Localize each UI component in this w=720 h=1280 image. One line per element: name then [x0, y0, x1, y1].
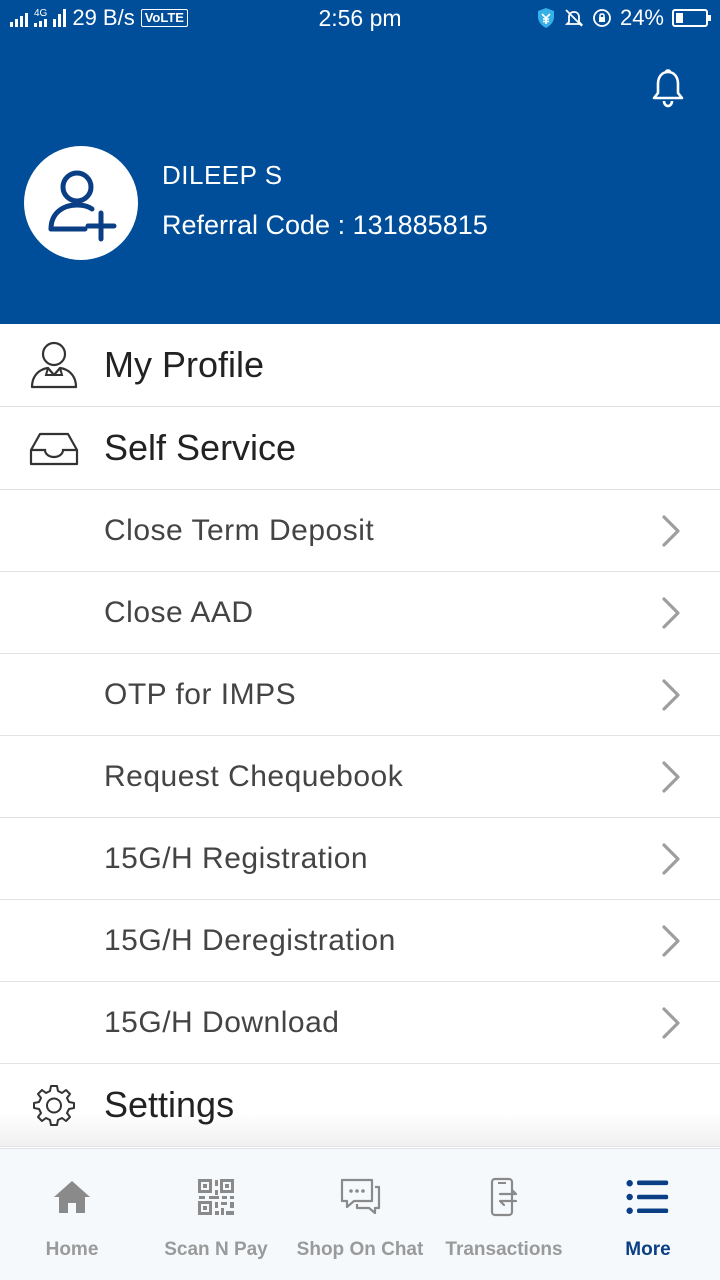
chevron-right-icon: [662, 842, 680, 875]
status-bar-right: 24%: [536, 4, 711, 32]
menu-item-15gh-download[interactable]: 15G/H Download: [0, 982, 720, 1064]
more-menu: My Profile Self Service Close Term Depos…: [0, 324, 720, 1147]
transactions-icon: [482, 1175, 526, 1219]
my-profile-label: My Profile: [104, 344, 265, 385]
user-profile-icon: [28, 339, 80, 391]
battery-icon: [672, 9, 711, 27]
chevron-right-icon: [662, 924, 680, 957]
battery-percent: 24%: [619, 5, 664, 30]
chat-icon: [338, 1175, 382, 1219]
chevron-right-icon: [662, 596, 680, 629]
self-service-label: Self Service: [104, 427, 297, 468]
rotation-lock-icon: [592, 8, 612, 28]
bottom-nav: Home Scan N Pay Shop On Chat Transaction…: [0, 1148, 720, 1280]
sub-item-label: 15G/H Registration: [104, 841, 369, 875]
nav-transactions[interactable]: Transactions: [432, 1149, 576, 1280]
profile-header: DILEEP S Referral Code : 131885815: [0, 36, 720, 324]
menu-item-request-chequebook[interactable]: Request Chequebook: [0, 736, 720, 818]
referral-code-value: 131885815: [352, 210, 488, 240]
menu-item-settings[interactable]: Settings: [0, 1064, 720, 1147]
qr-code-icon: [194, 1175, 238, 1219]
chevron-right-icon: [662, 678, 680, 711]
chevron-right-icon: [662, 1006, 680, 1039]
chevron-right-icon: [662, 514, 680, 547]
home-icon: [50, 1175, 94, 1219]
sub-item-label: Close AAD: [104, 595, 254, 629]
nav-scan-n-pay[interactable]: Scan N Pay: [144, 1149, 288, 1280]
sub-item-label: Close Term Deposit: [104, 513, 375, 547]
menu-item-close-aad[interactable]: Close AAD: [0, 572, 720, 654]
status-bar: 4G 29 B/s VoLTE 2:56 pm 24%: [0, 0, 720, 36]
inbox-tray-icon: [28, 422, 80, 474]
shield-yen-icon: [536, 8, 556, 28]
chevron-right-icon: [662, 760, 680, 793]
nav-home[interactable]: Home: [0, 1149, 144, 1280]
nav-label: Transactions: [445, 1239, 563, 1260]
menu-item-my-profile[interactable]: My Profile: [0, 324, 720, 407]
referral-code-line: Referral Code : 131885815: [162, 210, 488, 241]
mute-bell-icon: [564, 8, 584, 28]
menu-item-15gh-registration[interactable]: 15G/H Registration: [0, 818, 720, 900]
menu-item-15gh-deregistration[interactable]: 15G/H Deregistration: [0, 900, 720, 982]
nav-more[interactable]: More: [576, 1149, 720, 1280]
menu-list-icon: [626, 1175, 670, 1219]
nav-shop-on-chat[interactable]: Shop On Chat: [288, 1149, 432, 1280]
nav-label: More: [625, 1239, 671, 1260]
nav-label: Scan N Pay: [164, 1239, 268, 1260]
menu-item-otp-for-imps[interactable]: OTP for IMPS: [0, 654, 720, 736]
sub-item-label: Request Chequebook: [104, 759, 404, 793]
referral-code-label: Referral Code :: [162, 210, 353, 240]
nav-label: Home: [45, 1239, 99, 1260]
avatar[interactable]: [24, 146, 138, 260]
notification-bell-icon[interactable]: [650, 68, 686, 108]
user-name: DILEEP S: [162, 160, 283, 190]
menu-item-self-service[interactable]: Self Service: [0, 407, 720, 490]
menu-item-close-term-deposit[interactable]: Close Term Deposit: [0, 490, 720, 572]
settings-label: Settings: [104, 1084, 235, 1125]
gear-icon: [28, 1079, 80, 1131]
nav-label: Shop On Chat: [296, 1239, 424, 1260]
add-user-icon: [48, 170, 117, 242]
sub-item-label: OTP for IMPS: [104, 677, 297, 711]
battery-level-fill: [676, 13, 683, 23]
sub-item-label: 15G/H Deregistration: [104, 923, 396, 957]
sub-item-label: 15G/H Download: [104, 1005, 340, 1039]
